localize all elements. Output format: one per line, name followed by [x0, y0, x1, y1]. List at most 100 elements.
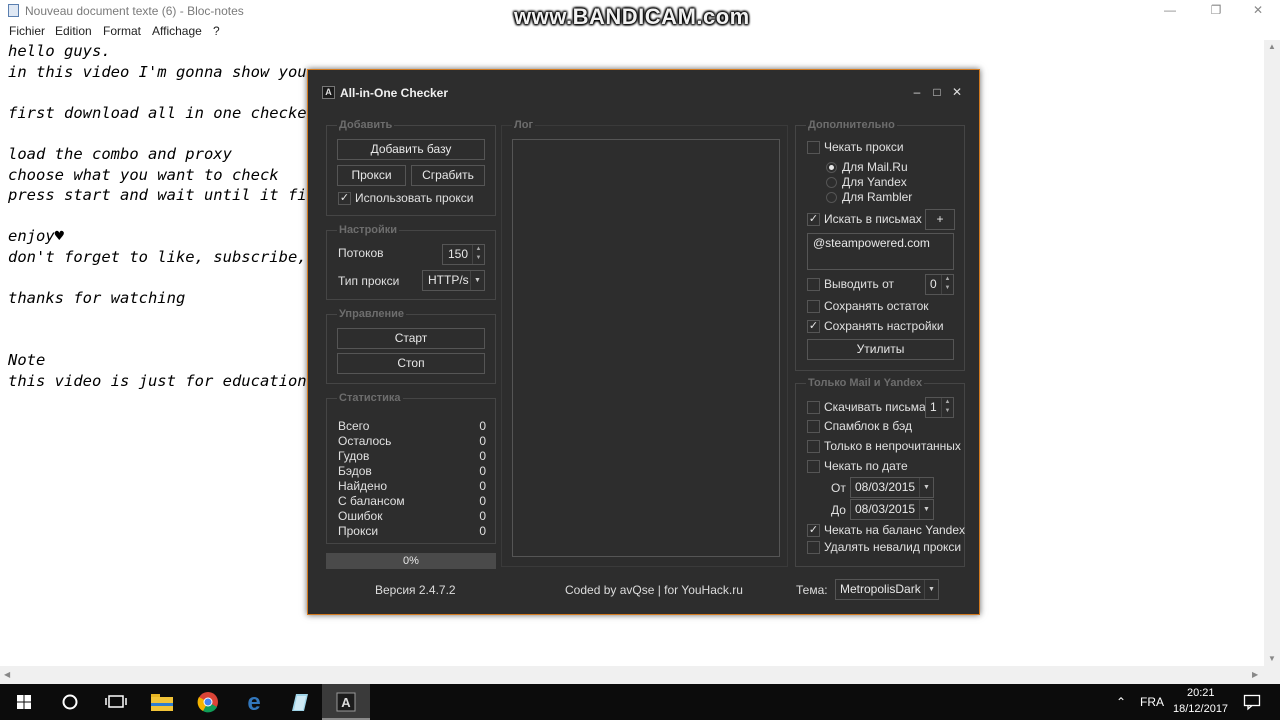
- download-letters-checkbox[interactable]: [807, 401, 820, 414]
- taskbar-checker[interactable]: A: [322, 684, 370, 720]
- windows-icon: [17, 695, 31, 709]
- output-from-value: 0: [930, 277, 937, 291]
- radio-mailru-label: Для Mail.Ru: [842, 160, 908, 174]
- svg-text:e: e: [247, 689, 260, 716]
- taskbar-file-explorer[interactable]: [138, 684, 186, 720]
- taskbar-chrome[interactable]: [184, 684, 232, 720]
- menu-affichage[interactable]: Affichage: [152, 24, 202, 38]
- scroll-up-icon[interactable]: ▲: [1268, 42, 1276, 51]
- use-proxy-label: Использовать прокси: [355, 191, 474, 205]
- save-rest-checkbox[interactable]: [807, 300, 820, 313]
- horizontal-scrollbar[interactable]: ◀ ▶: [0, 666, 1264, 684]
- progress-bar: 0%: [326, 553, 496, 569]
- spamblock-label: Спамблок в бэд: [824, 419, 912, 433]
- spamblock-checkbox[interactable]: [807, 420, 820, 433]
- to-date-picker[interactable]: 08/03/2015 ▼: [850, 499, 934, 520]
- clock-time[interactable]: 20:21: [1187, 687, 1215, 699]
- scroll-left-icon[interactable]: ◀: [4, 670, 10, 679]
- menu-format[interactable]: Format: [103, 24, 141, 38]
- stat-label: С балансом: [338, 494, 405, 508]
- from-date-picker[interactable]: 08/03/2015 ▼: [850, 477, 934, 498]
- vertical-scrollbar[interactable]: ▲ ▼: [1264, 40, 1280, 666]
- add-group: Добавить Добавить базу Прокси Сграбить ✓…: [326, 119, 496, 216]
- stat-label: Осталось: [338, 434, 392, 448]
- to-date-label: До: [831, 503, 846, 517]
- chevron-up-icon[interactable]: ⌃: [1116, 695, 1126, 709]
- radio-yandex[interactable]: [826, 177, 837, 188]
- chevron-down-icon: ▼: [924, 580, 938, 599]
- stat-label: Найдено: [338, 479, 388, 493]
- taskbar-edge[interactable]: e: [230, 684, 278, 720]
- search-in-mail-checkbox[interactable]: ✓: [807, 213, 820, 226]
- output-from-checkbox[interactable]: [807, 278, 820, 291]
- spin-arrows-icon[interactable]: ▲ ▼: [472, 245, 484, 264]
- add-search-button[interactable]: +: [925, 209, 955, 230]
- scroll-down-icon[interactable]: ▼: [1268, 654, 1276, 663]
- notepad-line: hello guys.: [8, 42, 111, 60]
- stat-label: Бэдов: [338, 464, 372, 478]
- stat-label: Прокси: [338, 524, 379, 538]
- search-value: @steampowered.com: [813, 236, 930, 250]
- log-textbox[interactable]: [512, 139, 780, 557]
- search-in-mail-label: Искать в письмах: [824, 212, 922, 226]
- output-from-stepper[interactable]: 0 ▲ ▼: [925, 274, 954, 295]
- check-balance-checkbox[interactable]: ✓: [807, 524, 820, 537]
- radio-mailru[interactable]: [826, 162, 837, 173]
- spin-arrows-icon[interactable]: ▲ ▼: [941, 275, 953, 294]
- spin-arrows-icon[interactable]: ▲ ▼: [941, 398, 953, 417]
- close-button[interactable]: ✕: [1236, 0, 1280, 21]
- threads-stepper[interactable]: 150 ▲ ▼: [442, 244, 485, 265]
- stat-value: 0: [479, 449, 486, 463]
- extra-group: Дополнительно Чекать прокси Для Mail.Ru …: [795, 119, 965, 371]
- grab-button[interactable]: Сграбить: [411, 165, 485, 186]
- checker-title: All-in-One Checker: [340, 86, 449, 100]
- checker-close-button[interactable]: ✕: [948, 84, 966, 100]
- clock-date[interactable]: 18/12/2017: [1173, 703, 1228, 715]
- proxy-type-select[interactable]: HTTP/s ▼: [422, 270, 485, 291]
- version-label: Версия 2.4.7.2: [375, 583, 456, 597]
- resize-grip[interactable]: [1264, 666, 1280, 684]
- control-group-title: Управление: [337, 308, 407, 320]
- checker-window: A All-in-One Checker – □ ✕ Добавить Доба…: [307, 69, 980, 615]
- threads-label: Потоков: [338, 246, 384, 260]
- use-proxy-checkbox[interactable]: ✓: [338, 192, 351, 205]
- control-group: Управление Старт Стоп: [326, 308, 496, 384]
- remove-invalid-checkbox[interactable]: [807, 541, 820, 554]
- add-base-button[interactable]: Добавить базу: [337, 139, 485, 160]
- utilities-button[interactable]: Утилиты: [807, 339, 954, 360]
- radio-rambler[interactable]: [826, 192, 837, 203]
- start-button[interactable]: Старт: [337, 328, 485, 349]
- scroll-right-icon[interactable]: ▶: [1252, 670, 1258, 679]
- taskbar: e A ⌃ FRA 20:21 18/12/2017: [0, 684, 1280, 720]
- taskbar-notepad[interactable]: [276, 684, 324, 720]
- language-indicator[interactable]: FRA: [1140, 695, 1164, 709]
- theme-value: MetropolisDark: [840, 582, 921, 596]
- checker-minimize-button[interactable]: –: [908, 84, 926, 100]
- checker-maximize-button[interactable]: □: [928, 84, 946, 100]
- minimize-button[interactable]: —: [1148, 0, 1192, 21]
- check-proxy-label: Чекать прокси: [824, 140, 904, 154]
- stat-label: Гудов: [338, 449, 370, 463]
- task-view-button[interactable]: [92, 684, 140, 720]
- search-button[interactable]: [46, 684, 94, 720]
- stat-value: 0: [479, 479, 486, 493]
- start-button[interactable]: [0, 684, 48, 720]
- notifications-icon[interactable]: [1243, 693, 1261, 711]
- maximize-button[interactable]: ❐: [1194, 0, 1238, 21]
- stop-button[interactable]: Стоп: [337, 353, 485, 374]
- menu-help[interactable]: ?: [213, 24, 220, 38]
- download-letters-stepper[interactable]: 1 ▲ ▼: [925, 397, 954, 418]
- save-settings-checkbox[interactable]: ✓: [807, 320, 820, 333]
- credits-label: Coded by avQse | for YouHack.ru: [565, 583, 743, 597]
- menu-fichier[interactable]: Fichier: [9, 24, 45, 38]
- download-letters-label: Скачивать письма: [824, 400, 926, 414]
- download-letters-value: 1: [930, 400, 937, 414]
- theme-select[interactable]: MetropolisDark ▼: [835, 579, 939, 600]
- checker-titlebar[interactable]: A All-in-One Checker – □ ✕: [308, 70, 979, 116]
- check-proxy-checkbox[interactable]: [807, 141, 820, 154]
- proxy-button[interactable]: Прокси: [337, 165, 406, 186]
- only-unread-checkbox[interactable]: [807, 440, 820, 453]
- menu-edition[interactable]: Edition: [55, 24, 92, 38]
- search-input[interactable]: @steampowered.com: [807, 233, 954, 270]
- check-by-date-checkbox[interactable]: [807, 460, 820, 473]
